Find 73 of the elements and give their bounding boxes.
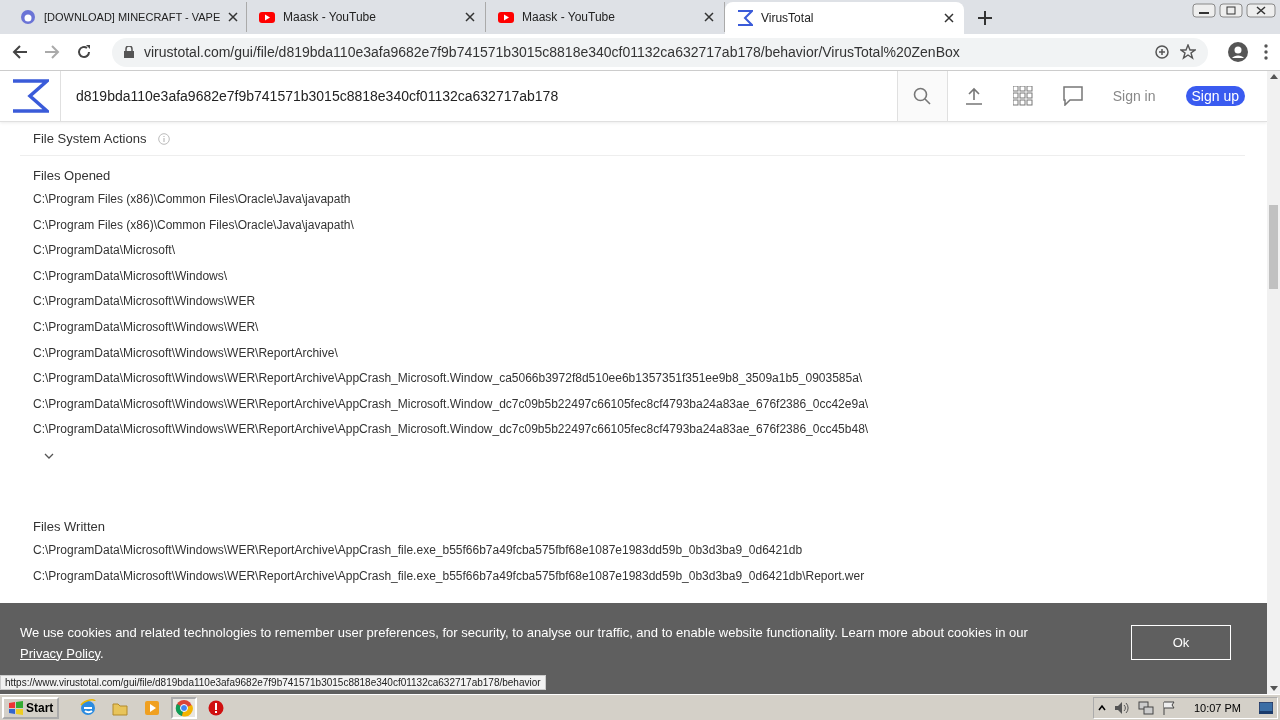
tab-title: Maask - YouTube: [283, 10, 377, 24]
show-desktop-icon[interactable]: [1259, 701, 1273, 714]
address-field[interactable]: virustotal.com/gui/file/d819bda110e3afa9682e7f9b741571b3015c8818e340cf01132ca632717ab178/behavior/VirusTotal%20ZenBox: [112, 37, 1208, 67]
start-button[interactable]: Start: [2, 696, 60, 719]
apps-grid-icon[interactable]: [1012, 86, 1033, 106]
privacy-policy-link[interactable]: Privacy Policy: [20, 645, 100, 661]
windows-flag-icon: [8, 700, 24, 715]
group-title: Files Opened: [33, 168, 112, 183]
stop-icon: [207, 698, 226, 717]
clock-time: 10:07 PM: [1193, 701, 1241, 714]
close-icon[interactable]: [465, 12, 475, 22]
file-path: C:\ProgramData\Microsoft\Windows\WER\ReportArchive\AppCrash_Microsoft.Window_dc7c09b5b22497c66105fec8cf4793ba24a83ae_676f2386_0cc45b48\: [33, 421, 870, 439]
media-player-icon: [143, 698, 162, 717]
url-text: virustotal.com/gui/file/d819bda110e3afa9682e7f9b741571b3015c8818e340cf01132ca632717ab178/behavior/VirusTotal%20ZenBox: [144, 44, 960, 60]
group-title: Files Written: [33, 518, 106, 534]
file-path: C:\Program Files (x86)\Common Files\Oracle\Java\javapath: [33, 191, 352, 208]
new-tab-icon[interactable]: [978, 11, 992, 25]
tab-title: VirusTotal: [761, 11, 815, 25]
browser-e-icon: [79, 698, 98, 717]
file-path: C:\ProgramData\Microsoft\Windows\WER\ReportArchive\AppCrash_file.exe_b55f66b7a49fcba575fbf68e1087e1983dd59b_0b3d3ba9_0d6421db: [33, 541, 804, 559]
file-path: C:\ProgramData\Microsoft\Windows\WER\ReportArchive\: [33, 344, 339, 362]
chrome-icon: [175, 698, 194, 717]
cookie-text: We use cookies and related technologies to remember user preferences, for security, to analyse our traffic, and to enable website functionality. Learn more about cookies in our Privacy Policy.: [20, 623, 1029, 663]
file-path: C:\ProgramData\Microsoft\Windows\: [33, 267, 229, 285]
ring-icon: [20, 9, 36, 25]
reload-icon[interactable]: [76, 44, 92, 60]
sign-up-button[interactable]: Sign up: [1185, 86, 1245, 106]
sigma-logo-icon[interactable]: [11, 79, 49, 113]
add-circle-icon[interactable]: [1154, 44, 1170, 60]
search-value: d819bda110e3afa9682e7f9b741571b3015c8818e340cf01132ca632717ab178: [76, 88, 559, 104]
status-url: https://www.virustotal.com/gui/file/d819bda110e3afa9682e7f9b741571b3015c8818e340cf01132ca632717ab178/behavior: [0, 675, 546, 690]
scroll-up-icon[interactable]: [1269, 74, 1278, 79]
play-icon: [498, 9, 514, 25]
close-icon[interactable]: [944, 13, 954, 23]
tab-title: [DOWNLOAD] MINECRAFT - VAPE: [44, 11, 221, 23]
lock-icon: [124, 46, 134, 58]
chat-icon[interactable]: [1062, 86, 1083, 106]
search-field[interactable]: d819bda110e3afa9682e7f9b741571b3015c8818e340cf01132ca632717ab178: [61, 71, 897, 121]
file-path: C:\ProgramData\Microsoft\Windows\WER\ReportArchive\AppCrash_Microsoft.Window_ca5066b3972f8d510ee6b1357351f351ee9b8_3509a1b5_0903585a\: [33, 370, 864, 388]
scrollbar[interactable]: [1267, 71, 1280, 694]
taskbar-app[interactable]: [171, 696, 198, 719]
window-controls-icon[interactable]: [1192, 2, 1276, 18]
file-path: C:\ProgramData\Microsoft\Windows\WER\: [33, 318, 260, 336]
scroll-down-icon[interactable]: [1269, 686, 1278, 691]
back-icon[interactable]: [12, 44, 28, 60]
file-path: C:\ProgramData\Microsoft\Windows\WER\ReportArchive\AppCrash_Microsoft.Window_dc7c09b5b22497c66105fec8cf4793ba24a83ae_676f2386_0cc42e9a\: [33, 395, 870, 413]
search-icon: [913, 87, 932, 105]
chevron-up-icon[interactable]: [1097, 703, 1106, 712]
upload-icon[interactable]: [964, 87, 983, 105]
file-path: C:\ProgramData\Microsoft\Windows\WER\ReportArchive\AppCrash_file.exe_b55f66b7a49fcba575fbf68e1087e1983dd59b_0b3d3ba9_0d6421db\Report.wer: [33, 567, 866, 585]
file-path: C:\ProgramData\Microsoft\: [33, 242, 177, 260]
tab-title: Maask - YouTube: [522, 10, 616, 24]
scroll-thumb[interactable]: [1269, 205, 1278, 289]
close-icon[interactable]: [228, 12, 239, 22]
flag-icon[interactable]: [1161, 700, 1176, 715]
file-path: C:\Program Files (x86)\Common Files\Oracle\Java\javapath\: [33, 216, 355, 234]
account-icon[interactable]: [1228, 42, 1248, 62]
browser-tab[interactable]: Maask - YouTube: [486, 2, 725, 32]
browser-tab[interactable]: VirusTotal: [725, 2, 964, 34]
play-icon: [259, 9, 275, 25]
section-title: File System Actions: [33, 131, 147, 146]
browser-tab[interactable]: [DOWNLOAD] MINECRAFT - VAPE: [8, 2, 247, 32]
ok-button[interactable]: Ok: [1131, 625, 1231, 660]
browser-tab[interactable]: Maask - YouTube: [247, 2, 486, 32]
close-icon[interactable]: [704, 12, 714, 22]
file-path: C:\ProgramData\Microsoft\Windows\WER: [33, 293, 257, 311]
star-icon[interactable]: [1180, 44, 1196, 60]
speaker-icon[interactable]: [1113, 700, 1130, 715]
more-icon[interactable]: [1264, 44, 1268, 60]
chevron-down-icon[interactable]: [44, 452, 54, 459]
network-icon[interactable]: [1137, 700, 1154, 715]
sigma-icon: [737, 10, 753, 26]
sign-in-link[interactable]: Sign in: [1112, 88, 1156, 104]
